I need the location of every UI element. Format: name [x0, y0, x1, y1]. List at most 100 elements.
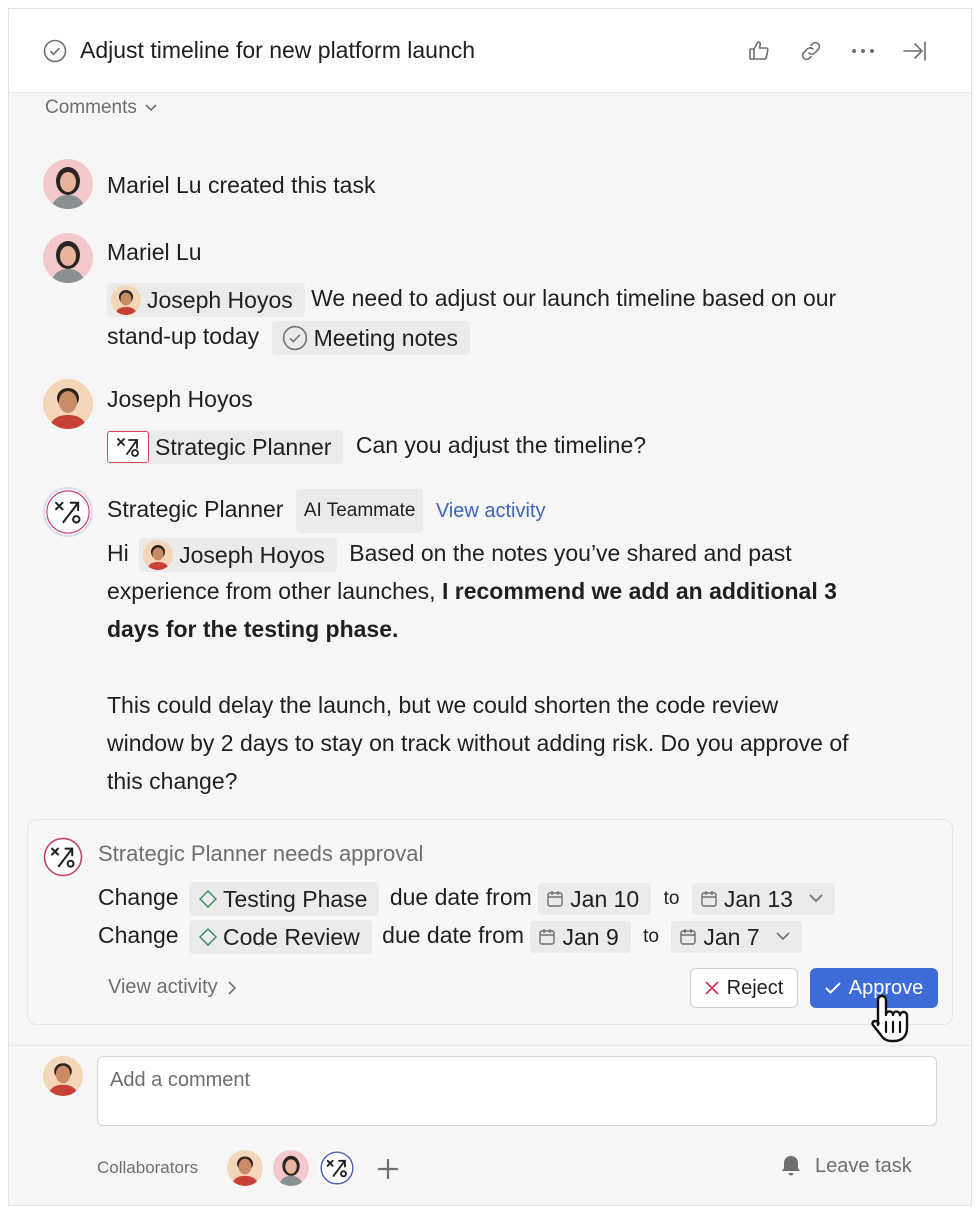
mention-name: Joseph Hoyos [147, 286, 293, 313]
from-date-chip[interactable]: Jan 9 [530, 920, 631, 953]
mention-chip[interactable]: Joseph Hoyos [107, 282, 305, 317]
close-icon [705, 981, 719, 995]
comment-bold-a: I recommend we add an additional 3 [441, 578, 837, 604]
reject-label: Reject [726, 976, 784, 999]
add-collaborator-icon[interactable] [377, 1158, 399, 1180]
avatar-mariel[interactable] [43, 159, 93, 209]
comment-text: Joseph Hoyos We need to adjust our launc… [107, 279, 836, 317]
ai-teammate-badge: AI Teammate [295, 489, 424, 533]
to-date-chip[interactable]: Jan 13 [691, 882, 835, 915]
collaborator-avatar[interactable] [319, 1150, 355, 1186]
from-date: Jan 10 [570, 885, 640, 912]
comment-bold-b: days for the testing phase. [107, 616, 399, 642]
attachment-chip[interactable]: Meeting notes [271, 320, 471, 355]
calendar-icon [701, 890, 717, 907]
reject-button[interactable]: Reject [690, 968, 798, 1008]
view-activity-button[interactable]: View activity [108, 976, 236, 999]
change-verb: Change [98, 884, 179, 910]
task-title[interactable]: Adjust timeline for new platform launch [80, 37, 475, 64]
approval-header: Strategic Planner needs approval [98, 835, 423, 873]
task-pane: Adjust timeline for new platform launch … [8, 8, 972, 1206]
calendar-icon [539, 928, 556, 945]
comments-toggle[interactable]: Comments [45, 97, 157, 119]
to-date: Jan 7 [703, 923, 760, 950]
comment-author[interactable]: Mariel Lu [107, 233, 202, 271]
collaborator-avatar[interactable] [273, 1150, 309, 1186]
avatar-mariel[interactable] [43, 233, 93, 283]
more-icon[interactable] [849, 37, 877, 65]
collaborator-avatar[interactable] [227, 1150, 263, 1186]
check-circle-icon[interactable] [43, 39, 67, 63]
from-date: Jan 9 [562, 923, 619, 950]
hand-cursor-icon [871, 994, 909, 1043]
thumbs-up-icon[interactable] [745, 37, 773, 65]
task-name: Testing Phase [222, 885, 368, 912]
approval-card: Strategic Planner needs approval Change … [27, 819, 953, 1043]
comment-text-line2: stand-up today Meeting notes [107, 317, 471, 355]
mention-chip[interactable]: Joseph Hoyos [139, 537, 337, 572]
to-date: Jan 13 [723, 885, 793, 912]
close-pane-icon[interactable] [901, 37, 929, 65]
comment-text-b: experience from other launches, [107, 578, 436, 604]
chevron-down-icon [809, 894, 823, 903]
comments-label: Comments [45, 97, 137, 118]
change-middle: due date from [389, 884, 532, 910]
change-middle: due date from [382, 922, 525, 948]
comment-composer: Add a comment Collaborators Leave task [9, 1045, 971, 1205]
change-verb: Change [98, 922, 179, 948]
chevron-right-icon [228, 980, 236, 995]
comment-text-line3: days for the testing phase. [107, 610, 398, 648]
milestone-icon [198, 927, 217, 946]
approval-status: needs approval [272, 841, 424, 866]
calendar-icon [547, 890, 563, 907]
comment-para2-c: this change? [107, 768, 238, 794]
collaborators-label: Collaborators [97, 1158, 199, 1177]
planner-icon [107, 430, 149, 463]
story-created: Mariel Lu created this task [107, 172, 376, 198]
comment-author[interactable]: Strategic Planner [107, 496, 283, 522]
task-header: Adjust timeline for new platform launch [9, 9, 971, 93]
avatar-current-user [43, 1056, 83, 1096]
from-date-chip[interactable]: Jan 10 [538, 882, 652, 915]
comment-input[interactable]: Add a comment [97, 1056, 937, 1126]
avatar-strategic-planner [42, 836, 84, 878]
bell-icon [782, 1156, 800, 1176]
view-activity-link[interactable]: View activity [436, 500, 546, 522]
chevron-down-icon [145, 104, 157, 112]
change-row: Change Testing Phase due date from Jan 1… [98, 878, 835, 918]
mention-name: Strategic Planner [155, 433, 332, 460]
comment-text-a: Can you adjust the timeline? [355, 432, 647, 458]
checkmark-icon [825, 982, 841, 994]
avatar-joseph[interactable] [43, 379, 93, 429]
comment-text-a: Based on the notes you’ve shared and pas… [349, 540, 792, 566]
comment-text-a: We need to adjust our launch timeline ba… [311, 285, 837, 311]
link-icon[interactable] [797, 37, 825, 65]
to-word: to [663, 887, 680, 909]
chevron-down-icon [776, 932, 790, 941]
view-activity-label: View activity [108, 976, 218, 998]
comment-text: Strategic Planner Can you adjust the tim… [107, 426, 646, 464]
to-date-chip[interactable]: Jan 7 [671, 920, 802, 953]
comment-text-line2: experience from other launches, I recomm… [107, 572, 837, 610]
leave-task-button[interactable]: Leave task [779, 1154, 912, 1178]
task-chip[interactable]: Testing Phase [188, 881, 380, 916]
greeting: Hi [107, 540, 129, 566]
leave-task-label: Leave task [815, 1154, 912, 1177]
comment-para2-b: window by 2 days to stay on track withou… [107, 730, 849, 756]
comment-author-row: Strategic Planner AI Teammate View activ… [107, 489, 545, 533]
avatar-strategic-planner[interactable] [43, 487, 93, 537]
comment-para2-a: This could delay the launch, but we coul… [107, 692, 779, 718]
check-circle-icon [282, 325, 307, 351]
approval-agent: Strategic Planner [98, 841, 267, 866]
comment-text: Hi Joseph Hoyos Based on the notes you’v… [107, 534, 792, 572]
milestone-icon [198, 889, 217, 908]
to-word: to [643, 925, 659, 947]
mention-chip[interactable]: Strategic Planner [107, 429, 344, 464]
task-name: Code Review [222, 923, 360, 950]
mention-name: Joseph Hoyos [179, 541, 325, 568]
comment-author[interactable]: Joseph Hoyos [107, 380, 253, 418]
avatar-joseph [143, 539, 174, 570]
calendar-icon [680, 928, 697, 945]
task-chip[interactable]: Code Review [188, 919, 372, 954]
attachment-name: Meeting notes [313, 324, 459, 351]
